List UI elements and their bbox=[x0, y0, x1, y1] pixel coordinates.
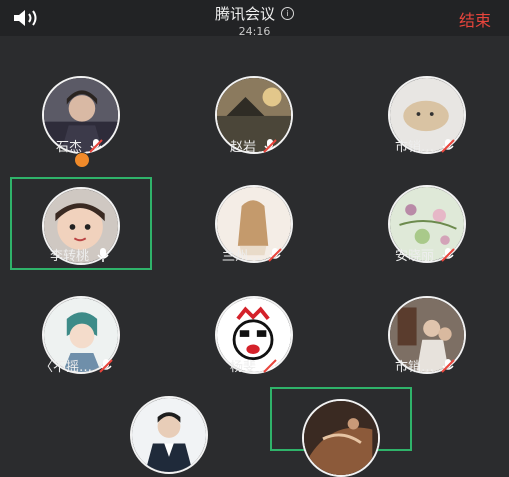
participant-tile[interactable]: 赵岩 bbox=[184, 68, 326, 160]
mic-muted-icon bbox=[89, 138, 103, 153]
participant-tile[interactable]: 市销… bbox=[357, 288, 499, 380]
end-meeting-button[interactable]: 结束 bbox=[459, 7, 491, 31]
participant-name-row: 〈不摇… bbox=[40, 356, 114, 375]
participant-name-row: 兰州… bbox=[222, 245, 283, 264]
participant-name-row: 赵岩 bbox=[230, 136, 278, 155]
meeting-timer: 24:16 bbox=[238, 25, 271, 38]
participant-tile[interactable]: 市销… bbox=[357, 68, 499, 160]
participant-name: 李转桃 bbox=[50, 249, 90, 264]
participant-name-row: 李转桃 bbox=[50, 245, 111, 264]
info-icon[interactable]: i bbox=[281, 7, 294, 20]
mic-muted-icon bbox=[441, 138, 455, 153]
participant-name: 安晓丽 bbox=[395, 249, 435, 264]
mic-muted-icon bbox=[441, 247, 455, 262]
avatar bbox=[130, 396, 208, 474]
mic-muted-icon bbox=[263, 358, 277, 373]
participant-name: 赵岩 bbox=[230, 140, 257, 155]
participant-name: 市销… bbox=[395, 140, 435, 155]
participant-tile-active-speaker[interactable] bbox=[270, 387, 412, 477]
participant-name: 石杰 bbox=[56, 140, 83, 155]
top-bar: 腾讯会议 i 24:16 结束 bbox=[0, 0, 509, 38]
participant-name-row: 杨斐 bbox=[230, 356, 278, 375]
participant-tile[interactable]: 兰州… bbox=[184, 177, 326, 269]
mic-muted-icon bbox=[441, 358, 455, 373]
participant-tile[interactable]: 安晓丽 bbox=[357, 177, 499, 269]
mic-muted-icon bbox=[263, 138, 277, 153]
participant-tile[interactable]: 石杰 bbox=[10, 68, 152, 168]
participant-name: 兰州… bbox=[222, 249, 262, 264]
participant-name: 杨斐 bbox=[230, 360, 257, 375]
participant-tile[interactable]: 杨斐 bbox=[184, 288, 326, 380]
participant-tile[interactable] bbox=[98, 390, 240, 474]
meeting-title-area: 腾讯会议 i 24:16 bbox=[0, 3, 509, 38]
mic-on-icon bbox=[97, 247, 109, 262]
participant-name: 市销… bbox=[395, 360, 435, 375]
participant-name-row: 市销… bbox=[395, 136, 456, 155]
mic-muted-icon bbox=[268, 247, 282, 262]
participant-name: 〈不摇… bbox=[40, 360, 93, 375]
participant-name-row: 安晓丽 bbox=[395, 245, 456, 264]
mic-muted-icon bbox=[99, 358, 113, 373]
meeting-title: 腾讯会议 bbox=[214, 5, 275, 23]
participant-name-row: 市销… bbox=[395, 356, 456, 375]
participant-name-row: 石杰 bbox=[56, 136, 104, 155]
avatar bbox=[302, 399, 380, 477]
participant-tile[interactable]: 〈不摇… bbox=[10, 288, 152, 380]
participant-tile-active-speaker[interactable]: 李转桃 bbox=[10, 177, 152, 270]
